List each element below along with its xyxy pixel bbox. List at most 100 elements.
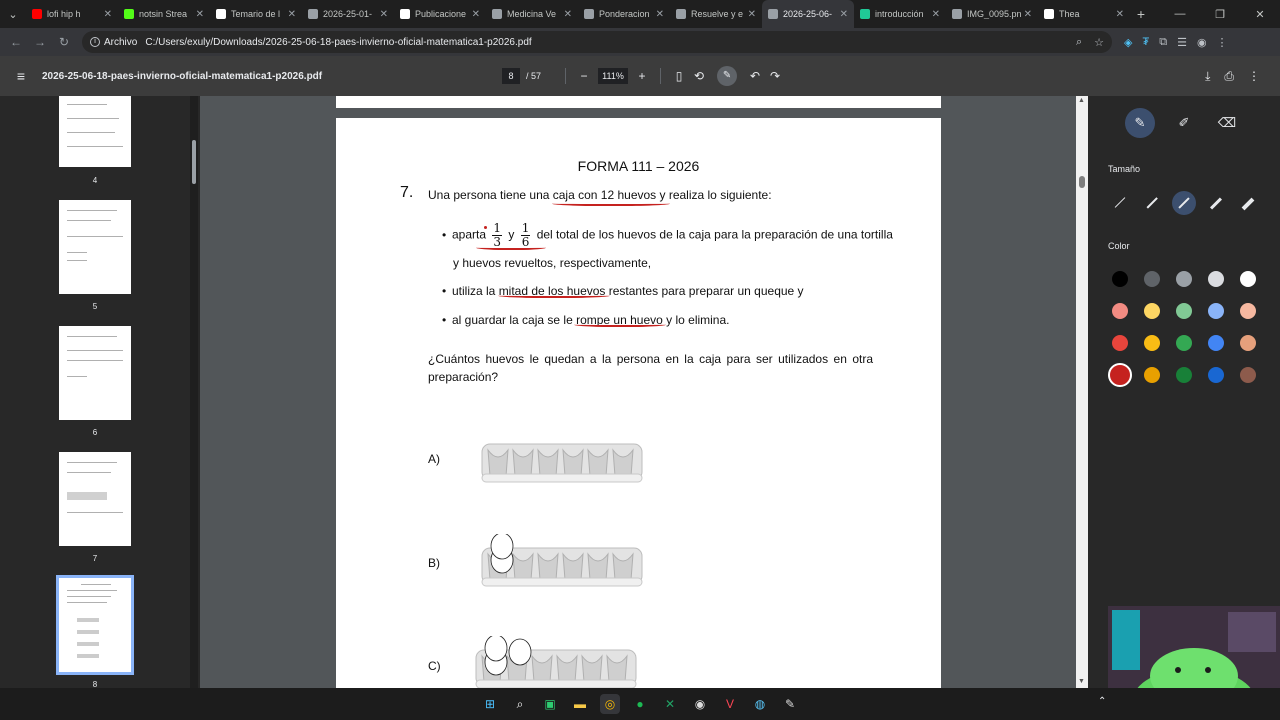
browser-tab[interactable]: lofi hip h ✕ (26, 0, 118, 28)
color-swatch[interactable] (1176, 335, 1192, 351)
close-window-icon[interactable]: ✕ (1240, 8, 1280, 21)
option-a-label[interactable]: A) (428, 452, 440, 466)
color-swatch[interactable] (1240, 303, 1256, 319)
obs-icon[interactable]: ◉ (690, 694, 710, 714)
size-option-3[interactable] (1172, 191, 1196, 215)
browser-tab[interactable]: IMG_0095.pn ✕ (946, 0, 1038, 28)
thumbnail-scrollbar[interactable] (190, 96, 198, 688)
close-tab-icon[interactable]: ✕ (564, 9, 572, 20)
pdf-menu-icon[interactable]: ≡ (0, 68, 42, 84)
size-option-5[interactable] (1236, 191, 1260, 215)
pen-tool-icon[interactable]: ✎ (1125, 108, 1155, 138)
browser-tab[interactable]: notsin Strea ✕ (118, 0, 210, 28)
download-icon[interactable]: ⤓ (1205, 69, 1210, 84)
browser-tab[interactable]: Thea ✕ (1038, 0, 1130, 28)
zoom-input[interactable]: 111% (598, 68, 629, 84)
browser-tab[interactable]: Temario de l ✕ (210, 0, 302, 28)
thumbnail-page[interactable] (59, 326, 131, 420)
browser-tab[interactable]: Ponderacion ✕ (578, 0, 670, 28)
camtasia-icon[interactable]: ▣ (540, 694, 560, 714)
color-swatch[interactable] (1112, 303, 1128, 319)
color-swatch[interactable] (1144, 271, 1160, 287)
browser-tab[interactable]: Resuelve y e ✕ (670, 0, 762, 28)
page-number-input[interactable]: 8 (502, 68, 520, 84)
thumbnail-page-current[interactable] (56, 575, 134, 675)
color-swatch[interactable] (1176, 367, 1192, 383)
close-tab-icon[interactable]: ✕ (472, 9, 480, 20)
browser-tab[interactable]: introducción ✕ (854, 0, 946, 28)
browser-menu-icon[interactable]: ⋮ (1217, 36, 1228, 49)
zoom-in-button[interactable]: + (632, 69, 652, 83)
annotate-pen-button[interactable]: ✎ (717, 66, 738, 86)
fit-page-icon[interactable]: ▯ (669, 69, 689, 83)
size-option-2[interactable] (1140, 191, 1164, 215)
chrome-icon[interactable]: ◎ (600, 694, 620, 714)
close-tab-icon[interactable]: ✕ (380, 9, 388, 20)
bookmark-star-icon[interactable]: ☆ (1094, 36, 1104, 49)
profile-icon[interactable]: ◉ (1197, 36, 1207, 49)
excel-icon[interactable]: ✕ (660, 694, 680, 714)
back-icon[interactable]: ← (4, 35, 28, 49)
close-tab-icon[interactable]: ✕ (288, 9, 296, 20)
windows-start-icon[interactable]: ⊞ (480, 694, 500, 714)
extension-copilot-icon[interactable]: ◈ (1124, 36, 1132, 49)
print-icon[interactable]: ⎙ (1224, 69, 1234, 84)
option-b-label[interactable]: B) (428, 556, 440, 570)
zoom-out-button[interactable]: − (574, 69, 594, 83)
color-swatch[interactable] (1240, 335, 1256, 351)
color-swatch[interactable] (1144, 367, 1160, 383)
size-option-1[interactable] (1108, 191, 1132, 215)
color-swatch[interactable] (1108, 363, 1132, 387)
undo-icon[interactable]: ↶ (745, 69, 765, 83)
notepad-icon[interactable]: ✎ (780, 694, 800, 714)
color-swatch[interactable] (1208, 335, 1224, 351)
redo-icon[interactable]: ↷ (765, 69, 785, 83)
url-text[interactable]: C:/Users/exuly/Downloads/2026-25-06-18-p… (145, 37, 1076, 48)
zoom-icon[interactable]: ⌕ (1076, 36, 1082, 49)
close-tab-icon[interactable]: ✕ (748, 9, 756, 20)
extensions-icon[interactable]: ⧉ (1159, 36, 1167, 49)
tray-chevron-icon[interactable]: ⌃ (1098, 696, 1106, 707)
spotify-icon[interactable]: ● (630, 694, 650, 714)
color-swatch[interactable] (1176, 303, 1192, 319)
close-tab-icon[interactable]: ✕ (1116, 9, 1124, 20)
color-swatch[interactable] (1240, 271, 1256, 287)
new-tab-button[interactable]: + (1130, 6, 1152, 22)
option-c-label[interactable]: C) (428, 659, 441, 673)
color-swatch[interactable] (1112, 271, 1128, 287)
omnibox[interactable]: i Archivo C:/Users/exuly/Downloads/2026-… (82, 31, 1112, 53)
close-tab-icon[interactable]: ✕ (1024, 9, 1032, 20)
browser-tab[interactable]: Medicina Ve ✕ (486, 0, 578, 28)
close-tab-icon[interactable]: ✕ (656, 9, 664, 20)
valorant-icon[interactable]: V (720, 694, 740, 714)
reading-list-icon[interactable]: ☰ (1177, 36, 1187, 49)
forward-icon[interactable]: → (28, 35, 52, 49)
close-tab-icon[interactable]: ✕ (932, 9, 940, 20)
more-options-icon[interactable]: ⋮ (1248, 69, 1260, 84)
highlighter-tool-icon[interactable]: ✐ (1169, 108, 1199, 138)
extension-translate-icon[interactable]: ₮ (1142, 36, 1149, 49)
thumbnail-page[interactable] (59, 452, 131, 546)
eraser-tool-icon[interactable]: ⌫ (1212, 108, 1242, 138)
color-swatch[interactable] (1112, 335, 1128, 351)
color-swatch[interactable] (1208, 367, 1224, 383)
close-tab-icon[interactable]: ✕ (196, 9, 204, 20)
pdf-viewport[interactable]: FORMA 111 – 2026 7. Una persona tiene un… (200, 96, 1088, 688)
browser-tab[interactable]: 2026-25-06- ✕ (762, 0, 854, 28)
document-scrollbar[interactable]: ▲ ▼ (1076, 96, 1088, 688)
close-tab-icon[interactable]: ✕ (840, 9, 848, 20)
color-swatch[interactable] (1144, 303, 1160, 319)
color-swatch[interactable] (1144, 335, 1160, 351)
color-swatch[interactable] (1208, 271, 1224, 287)
color-swatch[interactable] (1208, 303, 1224, 319)
reload-icon[interactable]: ↻ (52, 35, 76, 49)
rotate-icon[interactable]: ⟲ (689, 69, 709, 83)
site-info-chip[interactable]: i Archivo (90, 37, 137, 48)
browser-tab[interactable]: Publicacione ✕ (394, 0, 486, 28)
thumbnail-page[interactable] (59, 96, 131, 167)
globe-app-icon[interactable]: ◍ (750, 694, 770, 714)
browser-tab[interactable]: 2026-25-01- ✕ (302, 0, 394, 28)
file-explorer-icon[interactable]: ▬ (570, 694, 590, 714)
search-icon[interactable]: ⌕ (510, 694, 530, 714)
tab-search-icon[interactable]: ⌄ (0, 0, 26, 28)
